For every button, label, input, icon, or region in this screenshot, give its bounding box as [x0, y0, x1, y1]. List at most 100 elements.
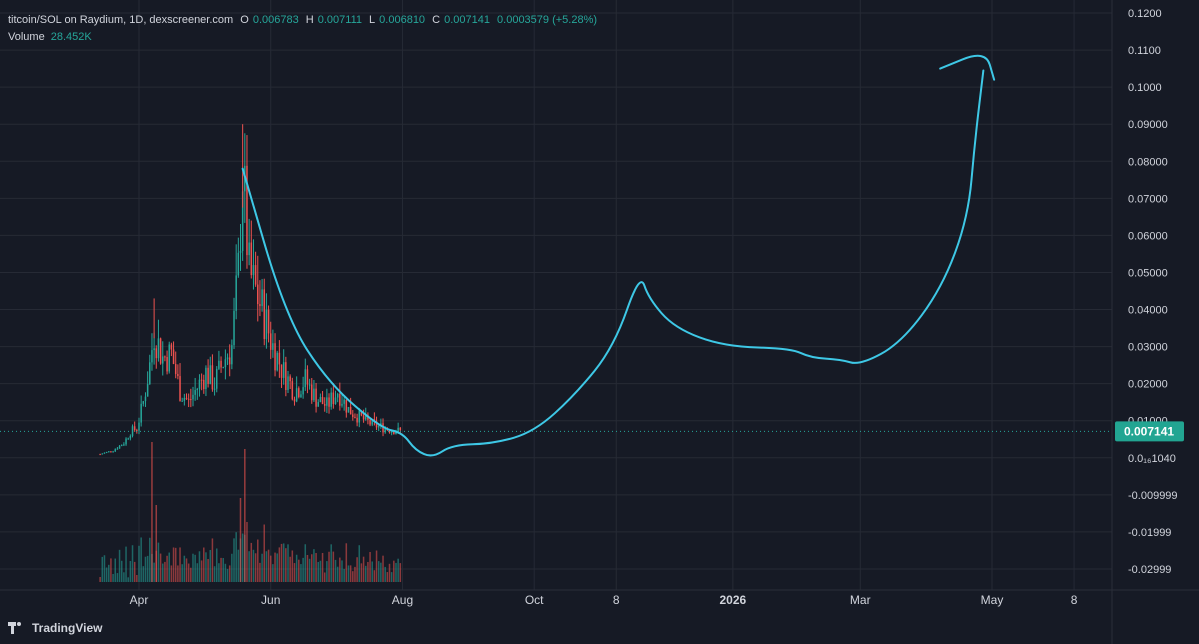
candle-body [276, 352, 278, 371]
candle-body [313, 388, 315, 401]
volume-bar [298, 559, 300, 582]
candle-body [185, 397, 188, 399]
price-chart[interactable]: 0.1200 0.1100 0.1000 0.09000 0.08000 0.07000 0… [0, 0, 1199, 644]
volume-bar [231, 553, 233, 582]
symbol-title[interactable]: titcoin/SOL on Raydium, 1D, dexscreener.… [8, 14, 233, 26]
candle-body [164, 356, 166, 358]
volume-bar [317, 561, 319, 582]
volume-bar [274, 552, 276, 582]
price-axis-label: 0.1200 [1128, 8, 1162, 20]
candle-body [203, 379, 205, 390]
price-axis-label: 0.08000 [1128, 156, 1168, 168]
volume-bar [226, 569, 229, 582]
time-axis-label: Mar [850, 593, 871, 607]
candle-body [399, 427, 402, 431]
candle-body [99, 454, 101, 456]
tradingview-branding[interactable]: TradingView [8, 621, 102, 635]
volume-bar [263, 524, 266, 582]
candle-body [153, 348, 155, 351]
volume-bar [233, 538, 235, 582]
candle-body [345, 399, 348, 413]
time-axis[interactable]: Apr Jun Aug Oct 8 2026 Mar May 8 [130, 593, 1078, 607]
volume-bar [377, 561, 380, 582]
candle-body [220, 360, 222, 368]
volume-bar [339, 557, 341, 582]
volume-bar [237, 549, 240, 582]
volume-bar [334, 559, 337, 582]
grid-lines [0, 0, 1199, 644]
volume-bar [384, 566, 386, 582]
tradingview-logo-icon [8, 622, 26, 634]
volume-bar [362, 556, 365, 582]
candle-body [218, 360, 220, 369]
high-value: 0.007111 [317, 14, 362, 26]
volume-bar [179, 547, 181, 582]
price-axis-label: 0.04000 [1128, 305, 1168, 317]
volume-bar [257, 539, 259, 582]
volume-bar [218, 563, 220, 582]
price-axis-label: 0.06000 [1128, 230, 1168, 242]
volume-bar [382, 555, 384, 582]
candle-body [174, 364, 177, 374]
volume-label[interactable]: Volume [8, 31, 45, 43]
candle-body [110, 451, 112, 453]
volume-bar [241, 533, 244, 582]
volume-bar [254, 553, 257, 582]
volume-bar [194, 554, 196, 582]
candle-body [116, 448, 119, 450]
candle-body [334, 397, 337, 405]
volume-value: 28.452K [50, 31, 92, 43]
volume-bar [356, 557, 358, 582]
volume-bar [181, 564, 183, 582]
candle-body [328, 397, 330, 407]
volume-bar [159, 553, 162, 582]
volume-bar [269, 555, 272, 582]
volume-bar [142, 566, 145, 582]
candle-body [349, 407, 352, 415]
volume-bar [200, 560, 203, 582]
candle-body [295, 388, 298, 402]
low-label: L [369, 14, 376, 26]
price-axis-label: 0.1100 [1128, 45, 1161, 57]
candle-body [317, 402, 319, 407]
time-axis-label: Apr [130, 593, 149, 607]
price-axis[interactable]: 0.1200 0.1100 0.1000 0.09000 0.08000 0.07000 0… [1128, 8, 1178, 576]
volume-bar [285, 548, 287, 582]
volume-bar [261, 553, 263, 582]
candle-body [356, 417, 358, 423]
candle-body [326, 397, 328, 406]
volume-bar [380, 562, 382, 582]
volume-bar [239, 498, 242, 582]
trend-drawing-hook[interactable] [939, 54, 996, 81]
volume-bar [211, 538, 214, 582]
volume-bar [138, 545, 140, 582]
volume-bar [105, 567, 108, 582]
candle-body [125, 438, 127, 445]
candle-body [138, 422, 140, 431]
candle-body [228, 357, 231, 365]
volume-bar [185, 558, 188, 582]
volume-bar [140, 537, 142, 582]
price-axis-label: -0.01999 [1128, 527, 1171, 539]
price-axis-label: 0.0₁₆1040 [1128, 453, 1176, 465]
candle-body [120, 445, 123, 447]
price-axis-label: -0.02999 [1128, 564, 1171, 576]
candle-body [196, 388, 199, 391]
volume-bar [332, 551, 335, 582]
candle-body [319, 397, 322, 403]
volume-bar [153, 562, 155, 582]
volume-bar [99, 576, 101, 582]
candle-body [151, 350, 153, 363]
volume-bar [164, 561, 166, 582]
candle-body [263, 289, 266, 340]
candle-body [144, 396, 147, 402]
candle-body [215, 368, 218, 389]
volume-bar [172, 547, 175, 582]
candle-body [168, 344, 170, 372]
volume-bar [399, 563, 402, 582]
trend-drawing-line[interactable] [241, 69, 985, 457]
candle-body [231, 345, 233, 365]
candle-body [285, 362, 287, 390]
volume-bar [306, 554, 309, 582]
candle-body [254, 265, 257, 285]
